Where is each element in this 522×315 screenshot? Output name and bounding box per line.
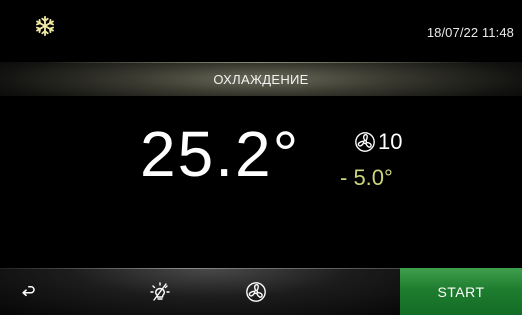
top-bar: 18/07/22 11:48: [0, 0, 522, 62]
fan-speed-value: 10: [378, 129, 403, 154]
start-button-label: START: [437, 283, 485, 300]
fan-icon: [246, 281, 266, 302]
light-off-icon: [150, 281, 170, 301]
back-arrow-icon: [22, 285, 35, 296]
start-button[interactable]: START: [400, 268, 522, 315]
fan-speed-indicator: 10: [354, 129, 403, 154]
light-button[interactable]: [140, 268, 180, 315]
fan-icon: [355, 132, 375, 152]
snowflake-icon: [36, 15, 54, 37]
date-time: 18/07/22 11:48: [426, 25, 514, 40]
current-temperature: 25.2°: [140, 118, 301, 190]
fan-button[interactable]: [236, 268, 276, 315]
setpoint-temperature: - 5.0°: [340, 165, 393, 190]
back-button[interactable]: [6, 268, 50, 315]
mode-label: ОХЛАЖДЕНИЕ: [213, 72, 309, 87]
